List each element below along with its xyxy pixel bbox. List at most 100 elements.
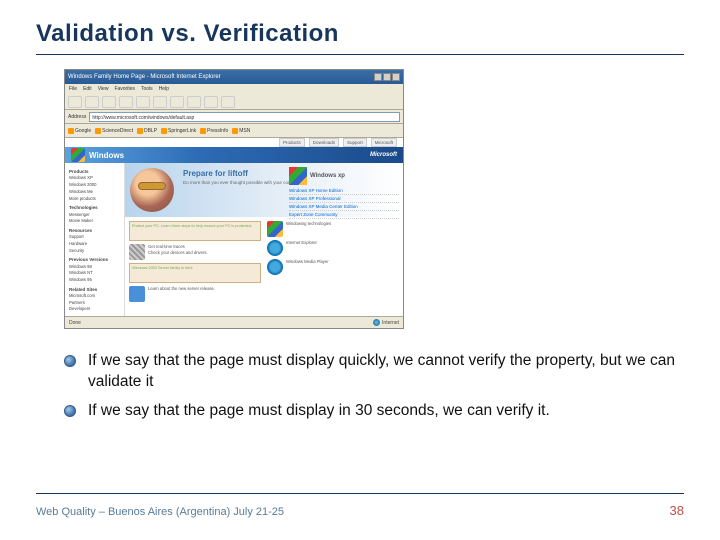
linksbar-item: PressInfo bbox=[200, 128, 228, 134]
page-content: Products Downloads Support Microsoft Win… bbox=[65, 138, 403, 316]
link-icon bbox=[232, 128, 238, 134]
server-icon bbox=[129, 244, 145, 260]
maximize-icon bbox=[383, 73, 391, 81]
mail-icon bbox=[204, 96, 218, 108]
content-row: Learn about the new server release. bbox=[129, 286, 261, 302]
content-row: Windowing technologies bbox=[267, 221, 399, 237]
sidebar-item: Windows 2000 bbox=[69, 182, 120, 189]
ms-hero: Prepare for liftoff Do more than you eve… bbox=[125, 163, 403, 217]
content-row: Windows Media Player bbox=[267, 259, 399, 275]
link-icon bbox=[161, 128, 167, 134]
address-field: http://www.microsoft.com/windows/default… bbox=[89, 112, 400, 122]
status-zone: Internet bbox=[382, 320, 399, 326]
sidebar-item: Windows Me bbox=[69, 189, 120, 196]
sidebar-item: Partners bbox=[69, 300, 120, 307]
link-label: Google bbox=[75, 128, 91, 134]
hero-link: Windows XP Professional bbox=[289, 195, 399, 203]
lower-right-col: Windowing technologies Internet Explorer… bbox=[267, 221, 399, 312]
history-icon bbox=[187, 96, 201, 108]
hero-text: Prepare for liftoff Do more than you eve… bbox=[179, 163, 307, 217]
sidebar-item: Movie Maker bbox=[69, 218, 120, 225]
banner-title: Windows bbox=[89, 151, 124, 160]
product-icon bbox=[129, 286, 145, 302]
link-icon bbox=[95, 128, 101, 134]
search-icon bbox=[153, 96, 167, 108]
browser-screenshot: Windows Family Home Page - Microsoft Int… bbox=[64, 69, 404, 329]
slide: Validation vs. Verification Windows Fami… bbox=[0, 0, 720, 540]
link-icon bbox=[200, 128, 206, 134]
promo-card: Windows 2003 Server family is here bbox=[129, 263, 261, 283]
footer-text: Web Quality – Buenos Aires (Argentina) J… bbox=[36, 506, 284, 518]
hero-link: Windows XP Home Edition bbox=[289, 187, 399, 195]
linksbar-item: DBLP bbox=[137, 128, 157, 134]
hero-link: Windows XP Media Center Edition bbox=[289, 203, 399, 211]
address-label: Address bbox=[68, 114, 86, 120]
topnav-item: Support bbox=[343, 138, 367, 147]
sidebar-heading: Related Sites bbox=[69, 286, 120, 293]
bullet-item: If we say that the page must display in … bbox=[64, 401, 676, 422]
microsoft-logo: Microsoft bbox=[370, 152, 397, 158]
sidebar-heading: Resources bbox=[69, 227, 120, 234]
sidebar-item: Windows 98 bbox=[69, 264, 120, 271]
row-body: Check your devices and drivers. bbox=[148, 250, 208, 256]
sidebar-item: Security bbox=[69, 248, 120, 255]
slide-title: Validation vs. Verification bbox=[36, 20, 684, 54]
linksbar-item: MSN bbox=[232, 128, 250, 134]
ms-banner: Windows Microsoft bbox=[65, 147, 403, 163]
link-label: DBLP bbox=[144, 128, 157, 134]
link-label: SpringerLink bbox=[168, 128, 196, 134]
ie-statusbar: Done Internet bbox=[65, 316, 403, 328]
footer-rule bbox=[36, 493, 684, 494]
bullet-item: If we say that the page must display qui… bbox=[64, 351, 676, 393]
close-icon bbox=[392, 73, 400, 81]
bullet-icon bbox=[64, 355, 76, 367]
window-title: Windows Family Home Page - Microsoft Int… bbox=[68, 74, 221, 80]
ie-toolbar bbox=[65, 94, 403, 110]
sidebar-item: Support bbox=[69, 234, 120, 241]
linksbar-item: ScienceDirect bbox=[95, 128, 133, 134]
sidebar-item: Windows 95 bbox=[69, 277, 120, 284]
row-text: Windows Media Player bbox=[286, 259, 329, 265]
refresh-icon bbox=[119, 96, 133, 108]
menu-edit: Edit bbox=[83, 86, 92, 92]
link-label: MSN bbox=[239, 128, 250, 134]
topnav-item: Microsoft bbox=[371, 138, 397, 147]
home-icon bbox=[136, 96, 150, 108]
ie-linksbar: Google ScienceDirect DBLP SpringerLink P… bbox=[65, 124, 403, 138]
sidebar-item: Microsoft.com bbox=[69, 293, 120, 300]
row-text: Windowing technologies bbox=[286, 221, 331, 227]
sidebar-item: Messenger bbox=[69, 212, 120, 219]
row-text: Get real-time traces Check your devices … bbox=[148, 244, 208, 256]
windows-flag-icon bbox=[267, 221, 283, 237]
windows-flag-icon bbox=[289, 167, 307, 185]
hero-subtitle: Do more than you ever thought possible w… bbox=[183, 180, 303, 186]
menu-file: File bbox=[69, 86, 77, 92]
sidebar-item: Developers bbox=[69, 306, 120, 313]
hero-link: Expert Zone Community bbox=[289, 211, 399, 219]
ie-menubar: File Edit View Favorites Tools Help bbox=[65, 84, 403, 94]
title-rule bbox=[36, 54, 684, 55]
menu-favorites: Favorites bbox=[114, 86, 135, 92]
row-text: Internet Explorer bbox=[286, 240, 317, 246]
status-right: Internet bbox=[373, 319, 399, 326]
promo-card: Protect your PC. Learn three steps to he… bbox=[129, 221, 261, 241]
globe-icon bbox=[373, 319, 380, 326]
ie-titlebar: Windows Family Home Page - Microsoft Int… bbox=[65, 70, 403, 84]
ms-main: Prepare for liftoff Do more than you eve… bbox=[125, 163, 403, 316]
sidebar-item: More products bbox=[69, 196, 120, 203]
sidebar-heading: Technologies bbox=[69, 204, 120, 211]
content-row: Internet Explorer bbox=[267, 240, 399, 256]
sidebar-item: Hardware bbox=[69, 241, 120, 248]
menu-tools: Tools bbox=[141, 86, 153, 92]
window-buttons bbox=[374, 73, 400, 81]
link-icon bbox=[68, 128, 74, 134]
topnav-item: Downloads bbox=[309, 138, 339, 147]
content-row: Get real-time traces Check your devices … bbox=[129, 244, 261, 260]
hero-astronaut-image bbox=[130, 168, 174, 212]
back-icon bbox=[68, 96, 82, 108]
xp-label: Windows xp bbox=[310, 173, 345, 179]
page-number: 38 bbox=[670, 503, 684, 518]
ms-lower: Protect your PC. Learn three steps to he… bbox=[125, 217, 403, 316]
bullet-icon bbox=[64, 405, 76, 417]
goggles-icon bbox=[138, 182, 166, 190]
